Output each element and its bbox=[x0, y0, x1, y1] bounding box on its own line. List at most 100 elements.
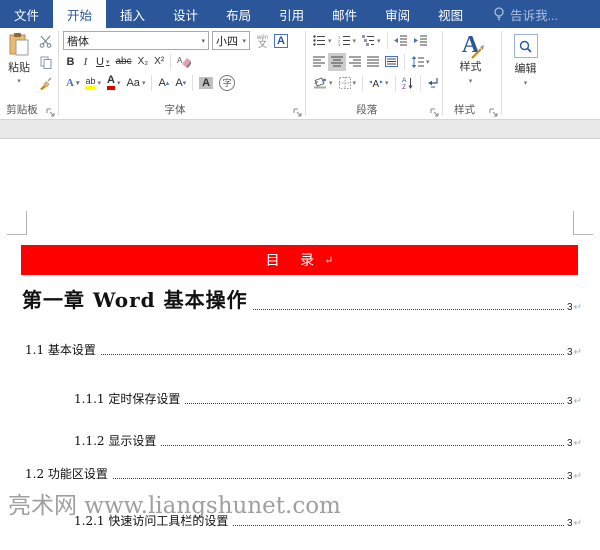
styles-label: 样式 bbox=[460, 58, 482, 74]
toc-page-number: 3 bbox=[567, 396, 573, 407]
character-shading-button[interactable]: A bbox=[196, 74, 216, 92]
editing-dropdown-arrow[interactable]: ▾ bbox=[524, 79, 528, 87]
italic-button[interactable]: I bbox=[78, 53, 93, 71]
text-highlight-button[interactable]: ab bbox=[82, 74, 104, 92]
tab-references[interactable]: 引用 bbox=[265, 0, 318, 28]
enclose-characters-button[interactable]: 字 bbox=[216, 74, 238, 92]
margin-mark-right-vertical bbox=[573, 211, 574, 235]
superscript-button[interactable]: X² bbox=[151, 53, 167, 71]
font-name-dropdown-arrow[interactable]: ▾ bbox=[201, 37, 205, 45]
tell-me-box[interactable]: 告诉我... bbox=[483, 0, 568, 28]
format-painter-icon bbox=[39, 77, 52, 90]
document-page[interactable]: 目 录↵ 第一章 Word 基本操作 3 ↵ 1.1 基本设置 3 ↵ 1.1.… bbox=[0, 138, 600, 550]
distribute-icon bbox=[385, 56, 398, 67]
styles-group: A 样式 ▾ 样式 bbox=[443, 28, 501, 119]
styles-dropdown-arrow[interactable]: ▾ bbox=[469, 77, 473, 85]
toc-page-number: 3 bbox=[567, 347, 573, 358]
clipboard-group: 粘贴 ▾ bbox=[0, 28, 58, 119]
editing-button[interactable]: 编辑 ▾ bbox=[504, 32, 548, 98]
phonetic-guide-button[interactable]: wén 文 bbox=[254, 32, 271, 50]
toc-entry-text: 1.1.2 显示设置 bbox=[74, 432, 156, 449]
multilevel-list-button[interactable] bbox=[359, 32, 384, 50]
align-left-button[interactable] bbox=[310, 53, 328, 71]
decrease-indent-button[interactable] bbox=[391, 32, 411, 50]
toc-page-number: 3 bbox=[567, 518, 573, 529]
grow-font-button[interactable]: A bbox=[155, 74, 172, 92]
tab-insert[interactable]: 插入 bbox=[106, 0, 159, 28]
cut-button[interactable] bbox=[36, 32, 55, 50]
paragraph-group-label: 段落 bbox=[306, 102, 428, 117]
paste-dropdown-arrow[interactable]: ▾ bbox=[17, 77, 21, 85]
decrease-indent-icon bbox=[394, 35, 408, 46]
font-name-combo[interactable]: 楷体 ▾ bbox=[63, 31, 209, 50]
font-size-value: 小四 bbox=[216, 33, 238, 49]
paste-button[interactable]: 粘贴 ▾ bbox=[4, 32, 34, 96]
numbering-button[interactable]: 1 2 3 bbox=[335, 32, 360, 50]
tab-layout[interactable]: 布局 bbox=[212, 0, 265, 28]
font-color-button[interactable]: A bbox=[104, 74, 123, 92]
paragraph-dialog-launcher-icon[interactable] bbox=[430, 108, 439, 117]
toc-entry-line[interactable]: 1.2.1 快速访问工具栏的设置 3 ↵ bbox=[74, 512, 582, 529]
editing-label: 编辑 bbox=[515, 60, 537, 76]
toc-entry-line[interactable]: 1.2 功能区设置 3 ↵ bbox=[25, 465, 582, 482]
character-border-button[interactable]: A bbox=[271, 32, 291, 50]
strikethrough-button[interactable]: abc bbox=[112, 53, 134, 71]
styles-button[interactable]: A 样式 ▾ bbox=[449, 32, 493, 98]
tab-file[interactable]: 文件 bbox=[0, 0, 53, 28]
font-size-combo[interactable]: 小四 ▾ bbox=[212, 31, 250, 50]
multilevel-list-icon bbox=[362, 35, 375, 46]
tab-view[interactable]: 视图 bbox=[424, 0, 477, 28]
bullets-button[interactable] bbox=[310, 32, 335, 50]
margin-mark-right-horizontal bbox=[573, 234, 593, 235]
tab-review[interactable]: 审阅 bbox=[371, 0, 424, 28]
shrink-font-button[interactable]: A bbox=[172, 74, 189, 92]
clipboard-dialog-launcher-icon[interactable] bbox=[46, 108, 55, 117]
clear-formatting-button[interactable]: A bbox=[174, 53, 195, 71]
tab-mailings[interactable]: 邮件 bbox=[318, 0, 371, 28]
sort-button[interactable]: A Z bbox=[399, 74, 417, 92]
align-center-icon bbox=[331, 56, 343, 67]
toc-entry-line[interactable]: 1.1.2 显示设置 3 ↵ bbox=[74, 432, 582, 449]
copy-button[interactable] bbox=[36, 53, 55, 71]
underline-button[interactable]: U bbox=[93, 53, 112, 71]
toc-entry-line[interactable]: 1.1 基本设置 3 ↵ bbox=[25, 341, 582, 358]
paragraph-return-mark: ↵ bbox=[574, 347, 582, 358]
shading-button[interactable] bbox=[310, 74, 336, 92]
toc-heading-text: 第一章 Word 基本操作 bbox=[22, 284, 248, 313]
asian-layout-button[interactable]: A bbox=[366, 74, 392, 92]
borders-button[interactable] bbox=[336, 74, 360, 92]
font-group-label: 字体 bbox=[59, 102, 291, 117]
distribute-button[interactable] bbox=[382, 53, 401, 71]
toc-entry-line[interactable]: 1.1.1 定时保存设置 3 ↵ bbox=[74, 390, 582, 407]
paragraph-return-mark: ↵ bbox=[574, 396, 582, 407]
align-center-button[interactable] bbox=[328, 53, 346, 71]
styles-dialog-launcher-icon[interactable] bbox=[489, 108, 498, 117]
toc-heading-line[interactable]: 第一章 Word 基本操作 3 ↵ bbox=[22, 284, 582, 313]
toc-entry-text: 1.1.1 定时保存设置 bbox=[74, 390, 180, 407]
line-spacing-icon bbox=[411, 56, 424, 68]
separator bbox=[420, 75, 421, 91]
tab-home[interactable]: 开始 bbox=[53, 0, 106, 28]
text-effects-button[interactable]: A bbox=[63, 74, 82, 92]
bold-button[interactable]: B bbox=[63, 53, 78, 71]
align-right-button[interactable] bbox=[346, 53, 364, 71]
separator bbox=[387, 33, 388, 49]
styles-icon: A bbox=[462, 32, 479, 58]
toc-page-number: 3 bbox=[567, 438, 573, 449]
font-size-dropdown-arrow[interactable]: ▾ bbox=[242, 37, 246, 45]
align-right-icon bbox=[349, 56, 361, 67]
change-case-button[interactable]: Aa bbox=[123, 74, 148, 92]
toc-entry-text: 1.2.1 快速访问工具栏的设置 bbox=[74, 512, 228, 529]
format-painter-button[interactable] bbox=[36, 74, 55, 92]
justify-button[interactable] bbox=[364, 53, 382, 71]
font-dialog-launcher-icon[interactable] bbox=[293, 108, 302, 117]
subscript-button[interactable]: X₂ bbox=[135, 53, 152, 71]
increase-indent-button[interactable] bbox=[411, 32, 431, 50]
toc-banner[interactable]: 目 录↵ bbox=[21, 245, 578, 275]
tab-design[interactable]: 设计 bbox=[159, 0, 212, 28]
paragraph-return-mark: ↵ bbox=[574, 302, 582, 313]
line-spacing-button[interactable] bbox=[408, 53, 433, 71]
margin-mark-left-horizontal bbox=[7, 234, 27, 235]
search-icon bbox=[519, 40, 532, 53]
show-hide-marks-button[interactable] bbox=[424, 74, 442, 92]
